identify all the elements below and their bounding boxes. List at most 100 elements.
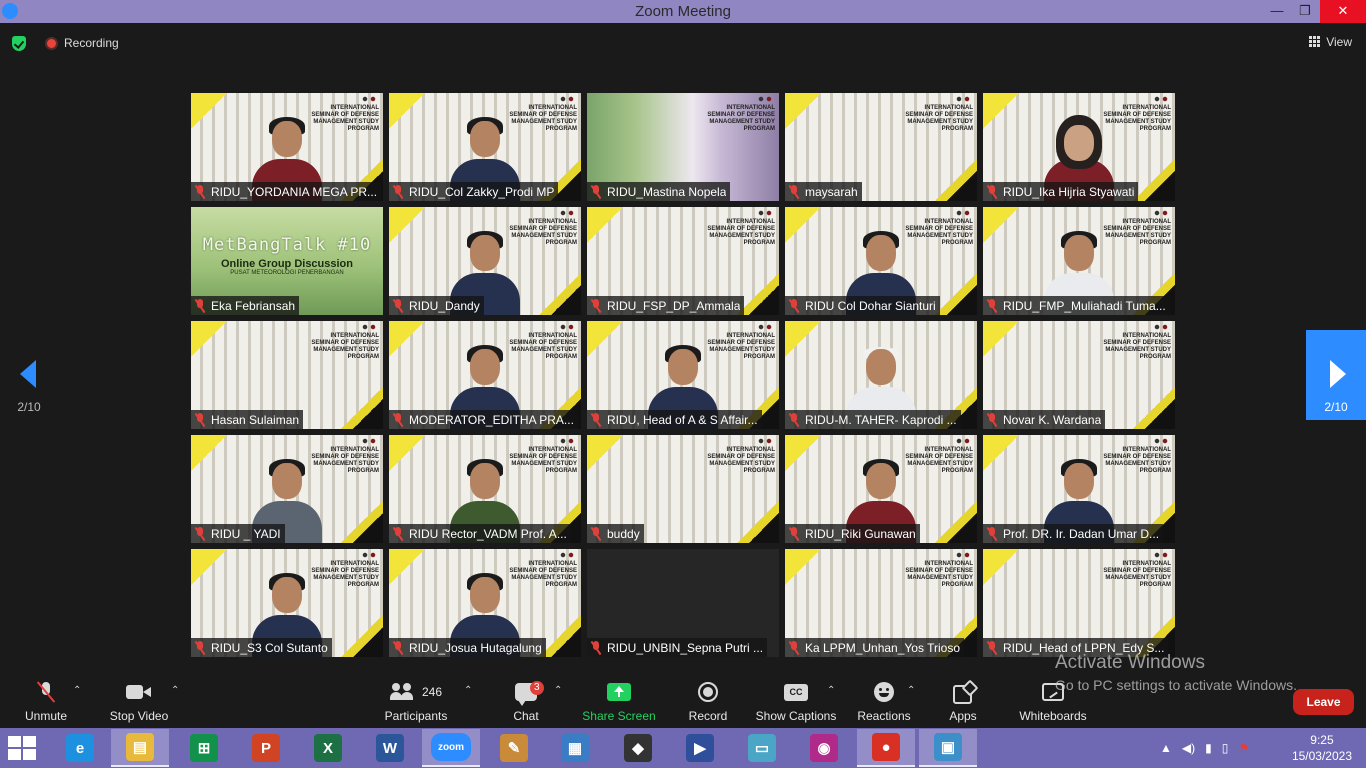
chat-label: Chat xyxy=(513,709,539,723)
captions-options-caret[interactable]: ⌃ xyxy=(827,685,835,696)
chat-options-caret[interactable]: ⌃ xyxy=(554,685,562,696)
restore-button[interactable]: ❐ xyxy=(1290,0,1320,23)
paint-icon: ✎ xyxy=(500,734,528,762)
participant-tile[interactable]: INTERNATIONAL SEMINAR OF DEFENSE MANAGEM… xyxy=(983,549,1175,657)
taskbar-app-notes[interactable]: ▭ xyxy=(733,729,791,767)
taskbar-app-ie[interactable]: e xyxy=(51,729,109,767)
participant-tile[interactable]: INTERNATIONAL SEMINAR OF DEFENSE MANAGEM… xyxy=(785,435,977,543)
participant-tile[interactable]: MetBangTalk #10 Online Group Discussion PU… xyxy=(191,207,383,315)
seminar-logo-icon xyxy=(560,552,576,559)
closed-captions-icon: CC xyxy=(784,683,808,701)
share-screen-button[interactable]: Share Screen xyxy=(582,679,656,723)
microphone-muted-icon xyxy=(393,413,403,426)
arrow-right-icon xyxy=(1330,360,1346,388)
participant-namebar: MODERATOR_EDITHA PRA... xyxy=(389,410,578,429)
system-tray: ▲ ◀) ▮ ▯ ⚑ xyxy=(1160,728,1249,768)
participant-tile[interactable]: INTERNATIONAL SEMINAR OF DEFENSE MANAGEM… xyxy=(785,549,977,657)
participant-tile[interactable]: INTERNATIONAL SEMINAR OF DEFENSE MANAGEM… xyxy=(983,321,1175,429)
taskbar-app-camera[interactable]: ◉ xyxy=(795,729,853,767)
taskbar-app-calculator[interactable]: ▦ xyxy=(546,729,604,767)
taskbar-app-excel[interactable]: X xyxy=(299,729,357,767)
recording-icon xyxy=(45,37,58,50)
participants-button[interactable]: 246 Participants xyxy=(380,679,452,723)
flag-notification-icon[interactable]: ⚑ xyxy=(1238,741,1249,755)
taskbar-app-store[interactable]: ⊞ xyxy=(175,729,233,767)
participant-tile[interactable]: INTERNATIONAL SEMINAR OF DEFENSE MANAGEM… xyxy=(191,549,383,657)
taskbar-app-paint[interactable]: ✎ xyxy=(485,729,543,767)
video-options-caret[interactable]: ⌃ xyxy=(171,685,179,696)
participant-tile[interactable]: INTERNATIONAL SEMINAR OF DEFENSE MANAGEM… xyxy=(191,435,383,543)
taskbar-clock[interactable]: 9:25 15/03/2023 xyxy=(1292,732,1352,764)
participant-tile[interactable]: INTERNATIONAL SEMINAR OF DEFENSE MANAGEM… xyxy=(389,207,581,315)
taskbar-app-media[interactable]: ▶ xyxy=(671,729,729,767)
participant-name: MODERATOR_EDITHA PRA... xyxy=(409,412,574,427)
battery-icon[interactable]: ▯ xyxy=(1222,741,1229,755)
audio-options-caret[interactable]: ⌃ xyxy=(73,685,81,696)
record-button[interactable]: Record xyxy=(686,679,730,723)
participant-namebar: RIDU Col Dohar Sianturi xyxy=(785,296,940,315)
participant-tile[interactable]: INTERNATIONAL SEMINAR OF DEFENSE MANAGEM… xyxy=(191,321,383,429)
participant-tile[interactable]: INTERNATIONAL SEMINAR OF DEFENSE MANAGEM… xyxy=(389,435,581,543)
participant-tile[interactable]: INTERNATIONAL SEMINAR OF DEFENSE MANAGEM… xyxy=(587,93,779,201)
participant-tile[interactable]: INTERNATIONAL SEMINAR OF DEFENSE MANAGEM… xyxy=(389,321,581,429)
participant-tile[interactable]: INTERNATIONAL SEMINAR OF DEFENSE MANAGEM… xyxy=(983,207,1175,315)
taskbar-app-chrome[interactable]: ● xyxy=(857,729,915,767)
seminar-logo-icon xyxy=(362,96,378,103)
grid-view-icon xyxy=(1309,36,1321,47)
microphone-muted-icon xyxy=(195,299,205,312)
reactions-button[interactable]: Reactions xyxy=(855,679,913,723)
notes-icon: ▭ xyxy=(748,734,776,762)
microphone-muted-icon xyxy=(789,413,799,426)
start-button[interactable] xyxy=(8,736,38,760)
apps-button[interactable]: Apps xyxy=(946,679,980,723)
view-button[interactable]: View xyxy=(1309,35,1352,49)
microphone-muted-icon xyxy=(195,413,205,426)
leave-button[interactable]: Leave xyxy=(1293,689,1354,715)
participant-tile[interactable]: INTERNATIONAL SEMINAR OF DEFENSE MANAGEM… xyxy=(587,435,779,543)
taskbar-app-zoom[interactable]: zoom xyxy=(422,729,480,767)
network-signal-icon[interactable]: ▮ xyxy=(1205,741,1212,755)
microphone-muted-icon xyxy=(393,185,403,198)
unmute-button[interactable]: Unmute xyxy=(18,679,74,723)
participant-name: RIDU_Col Zakky_Prodi MP xyxy=(409,184,555,199)
participant-tile[interactable]: RIDU_UNBIN_Sepna Putri ... xyxy=(587,549,779,657)
participant-tile[interactable]: INTERNATIONAL SEMINAR OF DEFENSE MANAGEM… xyxy=(389,549,581,657)
previous-page-button[interactable]: 2/10 xyxy=(0,330,58,420)
participants-options-caret[interactable]: ⌃ xyxy=(464,685,472,696)
taskbar-app-word[interactable]: W xyxy=(361,729,419,767)
participant-tile[interactable]: INTERNATIONAL SEMINAR OF DEFENSE MANAGEM… xyxy=(983,93,1175,201)
participant-tile[interactable]: INTERNATIONAL SEMINAR OF DEFENSE MANAGEM… xyxy=(785,207,977,315)
next-page-button[interactable]: 2/10 xyxy=(1306,330,1366,420)
close-button[interactable]: ✕ xyxy=(1320,0,1366,23)
participant-tile[interactable]: RIDU-M. TAHER- Kaprodi ... xyxy=(785,321,977,429)
microphone-muted-icon xyxy=(591,413,601,426)
microphone-muted-icon xyxy=(195,185,205,198)
taskbar-app-explorer[interactable]: ▤ xyxy=(111,729,169,767)
seminar-banner: INTERNATIONAL SEMINAR OF DEFENSE MANAGEM… xyxy=(905,561,973,588)
participant-tile[interactable]: INTERNATIONAL SEMINAR OF DEFENSE MANAGEM… xyxy=(191,93,383,201)
recording-label[interactable]: Recording xyxy=(64,36,119,50)
reactions-label: Reactions xyxy=(857,709,911,723)
security-shield-icon[interactable] xyxy=(12,36,26,51)
seminar-banner: INTERNATIONAL SEMINAR OF DEFENSE MANAGEM… xyxy=(1103,333,1171,360)
minimize-button[interactable]: — xyxy=(1262,0,1292,23)
taskbar-app-powerpoint[interactable]: P xyxy=(237,729,295,767)
chat-button[interactable]: 3 Chat xyxy=(508,679,544,723)
taskbar-app-inkscape[interactable]: ◆ xyxy=(609,729,667,767)
show-captions-button[interactable]: CC Show Captions xyxy=(754,679,838,723)
participant-tile[interactable]: INTERNATIONAL SEMINAR OF DEFENSE MANAGEM… xyxy=(587,207,779,315)
chat-unread-badge: 3 xyxy=(530,681,544,695)
tray-chevron-icon[interactable]: ▲ xyxy=(1160,741,1172,755)
seminar-banner: INTERNATIONAL SEMINAR OF DEFENSE MANAGEM… xyxy=(905,105,973,132)
participant-name: RIDU_Mastina Nopela xyxy=(607,184,727,199)
seminar-logo-icon xyxy=(560,210,576,217)
participant-tile[interactable]: INTERNATIONAL SEMINAR OF DEFENSE MANAGEM… xyxy=(983,435,1175,543)
taskbar-app-photos[interactable]: ▣ xyxy=(919,729,977,767)
participant-tile[interactable]: INTERNATIONAL SEMINAR OF DEFENSE MANAGEM… xyxy=(785,93,977,201)
volume-icon[interactable]: ◀) xyxy=(1182,741,1195,755)
stop-video-button[interactable]: Stop Video xyxy=(104,679,174,723)
participant-tile[interactable]: INTERNATIONAL SEMINAR OF DEFENSE MANAGEM… xyxy=(389,93,581,201)
participant-namebar: RIDU_FMP_Muliahadi Tuma... xyxy=(983,296,1170,315)
participant-tile[interactable]: INTERNATIONAL SEMINAR OF DEFENSE MANAGEM… xyxy=(587,321,779,429)
reactions-options-caret[interactable]: ⌃ xyxy=(907,685,915,696)
